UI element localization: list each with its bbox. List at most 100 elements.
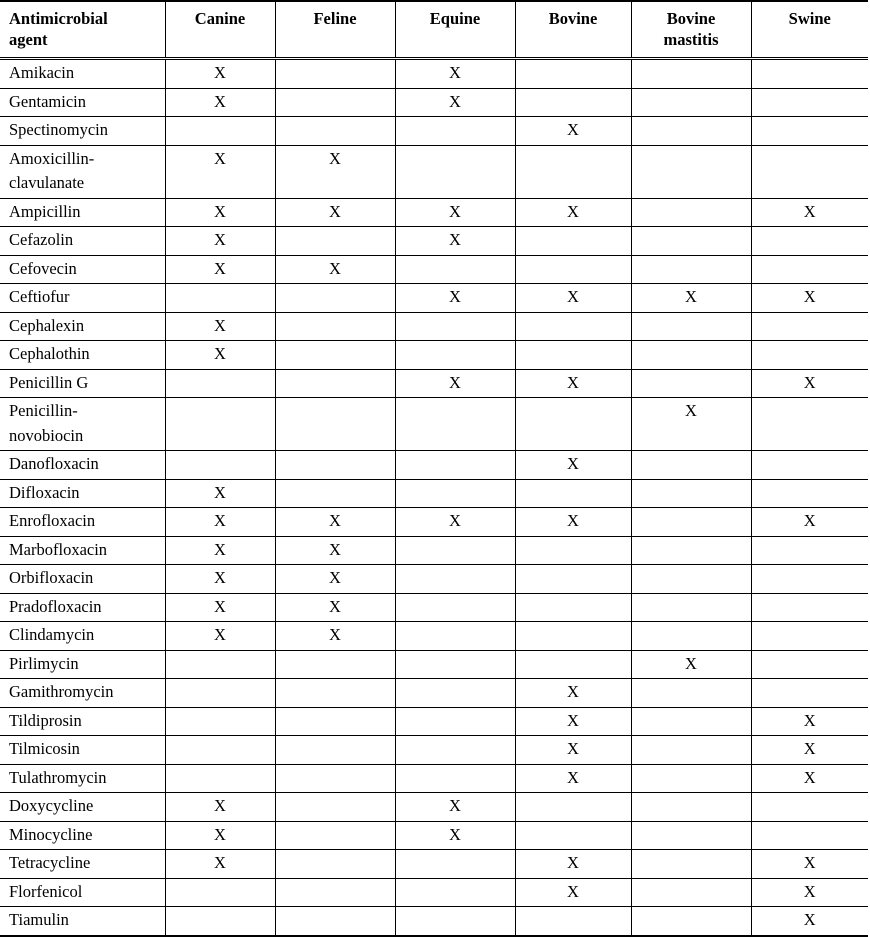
approval-cell-equine	[394, 397, 516, 451]
column-header-agent: Antimicrobial agent	[0, 1, 166, 60]
table-row: Amikacin X X	[0, 58, 868, 89]
table-row: Cephalothin X	[0, 340, 868, 370]
approval-cell-canine: X	[164, 197, 276, 227]
approval-cell-feline: X	[274, 564, 396, 594]
agent-name-cell: Orbifloxacin	[0, 564, 166, 594]
approval-cell-feline	[274, 678, 396, 708]
approval-cell-swine	[750, 116, 868, 146]
approval-cell-feline	[274, 478, 396, 508]
agent-name-cell: Pradofloxacin	[0, 592, 166, 622]
approval-cell-bovine: X	[514, 197, 632, 227]
approval-cell-swine	[750, 311, 868, 341]
agent-name-cell: Ampicillin	[0, 197, 166, 227]
approval-cell-canine: X	[164, 87, 276, 117]
approval-cell-canine: X	[164, 820, 276, 850]
approval-cell-equine	[394, 678, 516, 708]
approval-cell-bovine: X	[514, 283, 632, 313]
agent-name-cell: Spectinomycin	[0, 116, 166, 146]
table-row: Tetracycline X X X	[0, 849, 868, 879]
approval-cell-swine	[750, 792, 868, 822]
approval-cell-feline	[274, 87, 396, 117]
agent-name-cell: Tetracycline	[0, 849, 166, 879]
approval-cell-bovine	[514, 226, 632, 256]
table-row: Gentamicin X X	[0, 87, 868, 117]
approval-cell-swine: X	[750, 197, 868, 227]
approval-cell-mastitis	[630, 58, 752, 89]
approval-cell-mastitis	[630, 706, 752, 736]
agent-name-cell: Cefovecin	[0, 254, 166, 284]
approval-cell-feline	[274, 849, 396, 879]
agent-name-cell: Tildiprosin	[0, 706, 166, 736]
approval-cell-feline: X	[274, 254, 396, 284]
agent-name-cell: Danofloxacin	[0, 450, 166, 480]
table-row: Difloxacin X	[0, 478, 868, 508]
approval-cell-feline	[274, 226, 396, 256]
approval-cell-equine: X	[394, 197, 516, 227]
approval-cell-swine: X	[750, 706, 868, 736]
approval-cell-bovine	[514, 820, 632, 850]
agent-name-cell: Tulathromycin	[0, 763, 166, 793]
table-row: Ampicillin X X X X X	[0, 197, 868, 227]
approval-cell-bovine	[514, 144, 632, 199]
approval-cell-canine	[164, 368, 276, 398]
approval-cell-swine	[750, 649, 868, 679]
approval-cell-swine: X	[750, 735, 868, 765]
table-row: Penicillin- novobiocin X	[0, 397, 868, 451]
agent-name-cell: Cefazolin	[0, 226, 166, 256]
approval-cell-feline	[274, 649, 396, 679]
agent-name-cell: Doxycycline	[0, 792, 166, 822]
approval-cell-swine	[750, 254, 868, 284]
approval-cell-canine	[164, 283, 276, 313]
agent-name-cell: Amoxicillin- clavulanate	[0, 144, 166, 199]
approval-cell-canine	[164, 906, 276, 936]
agent-name-cell: Penicillin G	[0, 368, 166, 398]
approval-cell-canine	[164, 397, 276, 451]
approval-cell-equine: X	[394, 87, 516, 117]
table-row: Danofloxacin X	[0, 450, 868, 480]
approval-cell-mastitis	[630, 792, 752, 822]
table-row: Gamithromycin X	[0, 678, 868, 708]
approval-cell-canine	[164, 678, 276, 708]
table-row: Cephalexin X	[0, 311, 868, 341]
approval-cell-mastitis	[630, 197, 752, 227]
approval-cell-equine	[394, 311, 516, 341]
approval-cell-equine	[394, 877, 516, 907]
approval-cell-bovine	[514, 478, 632, 508]
table-row: Penicillin GXXX	[0, 368, 868, 398]
approval-cell-bovine: X	[514, 706, 632, 736]
approval-cell-feline	[274, 311, 396, 341]
column-header-mastitis: Bovine mastitis	[630, 1, 752, 60]
approval-cell-equine	[394, 478, 516, 508]
approval-cell-mastitis	[630, 763, 752, 793]
approval-cell-mastitis	[630, 820, 752, 850]
table-row: Pradofloxacin X X	[0, 592, 868, 622]
approval-cell-mastitis	[630, 116, 752, 146]
approval-cell-mastitis	[630, 906, 752, 936]
table-row: Orbifloxacin X X	[0, 564, 868, 594]
approval-cell-bovine	[514, 87, 632, 117]
approval-cell-equine	[394, 535, 516, 565]
agent-name-cell: Gamithromycin	[0, 678, 166, 708]
table-row: Cefovecin X X	[0, 254, 868, 284]
approval-cell-canine	[164, 450, 276, 480]
approval-cell-feline	[274, 735, 396, 765]
column-header-swine: Swine	[750, 1, 868, 60]
approval-cell-canine: X	[164, 226, 276, 256]
approval-cell-bovine	[514, 792, 632, 822]
approval-cell-bovine	[514, 311, 632, 341]
agent-name-cell: Tilmicosin	[0, 735, 166, 765]
approval-cell-feline	[274, 397, 396, 451]
approval-cell-canine	[164, 877, 276, 907]
table-row: Amoxicillin- clavulanate X X	[0, 144, 868, 199]
approval-cell-bovine	[514, 397, 632, 451]
approval-cell-bovine	[514, 340, 632, 370]
column-header-canine: Canine	[164, 1, 276, 60]
approval-cell-equine: X	[394, 226, 516, 256]
approval-cell-equine	[394, 621, 516, 651]
approval-cell-swine	[750, 144, 868, 199]
approval-cell-swine: X	[750, 507, 868, 537]
approval-cell-swine: X	[750, 283, 868, 313]
approval-cell-equine	[394, 906, 516, 936]
agent-name-cell: Amikacin	[0, 58, 166, 89]
agent-name-cell: Pirlimycin	[0, 649, 166, 679]
